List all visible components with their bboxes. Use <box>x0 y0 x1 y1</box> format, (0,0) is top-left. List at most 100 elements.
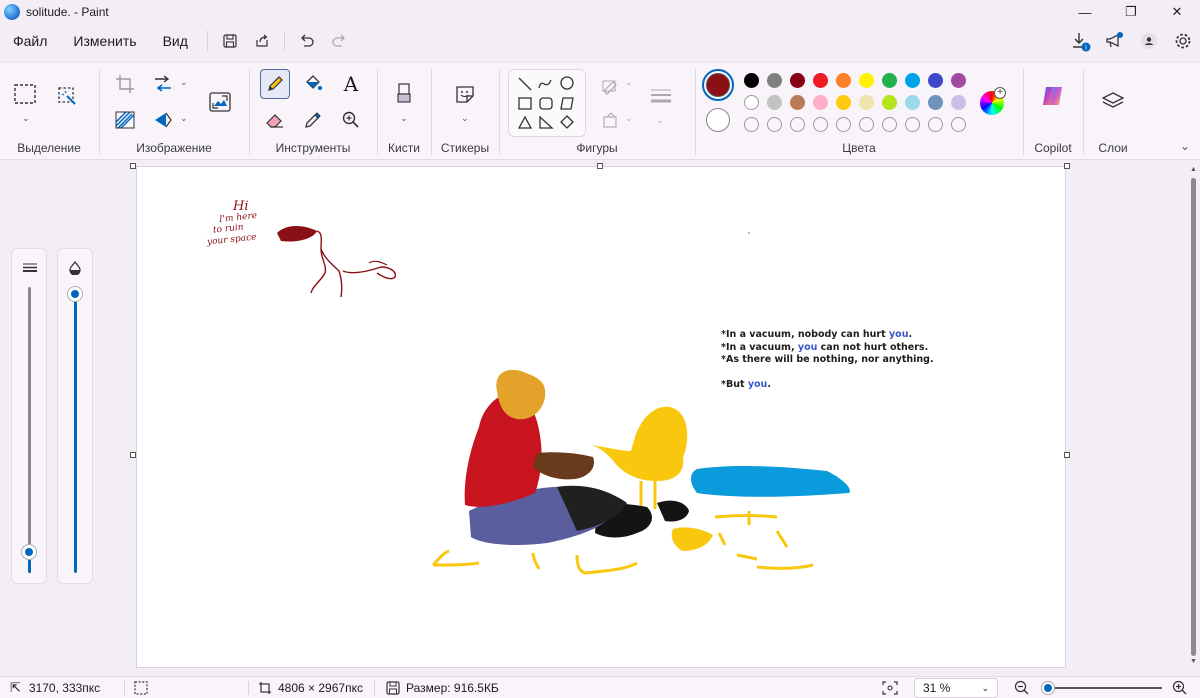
brush-size-track[interactable] <box>28 287 31 573</box>
palette-color-swatch[interactable] <box>951 95 966 110</box>
palette-color-swatch[interactable] <box>767 95 782 110</box>
text-tool-icon[interactable]: A <box>336 69 366 99</box>
sticker-icon[interactable] <box>450 79 480 109</box>
account-icon[interactable] <box>1132 26 1166 56</box>
menu-edit[interactable]: Изменить <box>60 26 149 56</box>
add-color-plus-icon: + <box>994 87 1006 99</box>
resize-handle-right[interactable] <box>1064 452 1070 458</box>
menu-file[interactable]: Файл <box>0 26 60 56</box>
drawing-canvas[interactable]: Hi I'm here to ruin your space *In a vac… <box>136 166 1066 668</box>
palette-empty-swatch[interactable] <box>859 117 874 132</box>
zoom-slider[interactable] <box>1042 677 1164 698</box>
palette-color-swatch[interactable] <box>813 95 828 110</box>
chevron-down-icon[interactable]: ⌄ <box>625 113 633 124</box>
palette-color-swatch[interactable] <box>836 95 851 110</box>
palette-color-swatch[interactable] <box>744 73 759 88</box>
undo-icon[interactable] <box>291 26 323 56</box>
palette-color-swatch[interactable] <box>744 95 759 110</box>
minimize-button[interactable]: — <box>1062 0 1108 24</box>
layers-icon[interactable] <box>1098 87 1128 117</box>
zoom-in-icon[interactable] <box>1172 677 1188 698</box>
opacity-thumb[interactable] <box>68 287 82 301</box>
magic-select-icon[interactable] <box>52 81 82 111</box>
shapes-gallery[interactable] <box>508 69 586 137</box>
palette-empty-swatch[interactable] <box>813 117 828 132</box>
eraser-icon[interactable] <box>260 105 290 135</box>
palette-empty-swatch[interactable] <box>882 117 897 132</box>
chevron-down-icon[interactable]: ⌄ <box>180 113 188 124</box>
shape-outline-icon[interactable] <box>596 71 626 101</box>
resize-handle-top[interactable] <box>597 163 603 169</box>
palette-color-swatch[interactable] <box>905 73 920 88</box>
chevron-down-icon[interactable]: ⌄ <box>400 113 408 124</box>
chevron-down-icon[interactable]: ⌄ <box>656 115 664 126</box>
palette-empty-swatch[interactable] <box>744 117 759 132</box>
palette-empty-swatch[interactable] <box>790 117 805 132</box>
palette-empty-swatch[interactable] <box>951 117 966 132</box>
menu-view[interactable]: Вид <box>150 26 201 56</box>
opacity-track[interactable] <box>74 287 77 573</box>
edit-colors-icon[interactable]: + <box>980 87 1006 115</box>
fill-bucket-icon[interactable] <box>298 69 328 99</box>
palette-color-swatch[interactable] <box>928 73 943 88</box>
image-pattern-icon[interactable] <box>110 105 140 135</box>
line-thickness-icon[interactable] <box>646 81 676 111</box>
flip-icon[interactable] <box>148 105 178 135</box>
palette-empty-swatch[interactable] <box>928 117 943 132</box>
palette-color-swatch[interactable] <box>882 95 897 110</box>
primary-color-button[interactable] <box>702 69 734 101</box>
fit-to-window-icon[interactable] <box>882 677 898 698</box>
palette-empty-swatch[interactable] <box>836 117 851 132</box>
chevron-down-icon[interactable]: ⌄ <box>22 113 30 124</box>
palette-color-swatch[interactable] <box>790 73 805 88</box>
brush-icon[interactable] <box>389 79 419 109</box>
ribbon-expand-chevron-icon[interactable]: ⌄ <box>1180 139 1190 153</box>
zoom-dropdown[interactable]: 31 % ⌄ <box>914 678 998 698</box>
palette-color-swatch[interactable] <box>905 95 920 110</box>
palette-empty-swatch[interactable] <box>905 117 920 132</box>
share-icon[interactable] <box>246 26 278 56</box>
resize-handle-left[interactable] <box>130 452 136 458</box>
restore-button[interactable]: ❐ <box>1108 0 1154 24</box>
palette-color-swatch[interactable] <box>859 95 874 110</box>
palette-empty-swatch[interactable] <box>767 117 782 132</box>
rectangle-select-icon[interactable] <box>10 79 40 109</box>
close-button[interactable]: ✕ <box>1154 0 1200 24</box>
scroll-up-arrow-icon[interactable]: ▲ <box>1190 166 1197 173</box>
download-icon[interactable]: i <box>1064 26 1098 56</box>
chevron-down-icon[interactable]: ⌄ <box>625 77 633 88</box>
redo-icon[interactable] <box>323 26 355 56</box>
settings-gear-icon[interactable] <box>1166 26 1200 56</box>
chevron-down-icon[interactable]: ⌄ <box>180 77 188 88</box>
secondary-color-button[interactable] <box>706 108 730 132</box>
palette-color-swatch[interactable] <box>928 95 943 110</box>
brush-size-thumb[interactable] <box>22 545 36 559</box>
crop-icon[interactable] <box>110 69 140 99</box>
image-resize-icon[interactable] <box>205 87 235 117</box>
menu-bar: Файл Изменить Вид i <box>0 26 1200 56</box>
color-picker-icon[interactable] <box>298 105 328 135</box>
palette-color-swatch[interactable] <box>767 73 782 88</box>
vertical-scrollbar[interactable]: ▲ ▼ <box>1188 166 1200 668</box>
palette-color-swatch[interactable] <box>859 73 874 88</box>
resize-icon[interactable] <box>148 69 178 99</box>
copilot-icon[interactable] <box>1038 81 1068 111</box>
scroll-thumb[interactable] <box>1191 178 1196 656</box>
zoom-magnifier-icon[interactable] <box>336 105 366 135</box>
palette-color-swatch[interactable] <box>790 95 805 110</box>
zoom-out-icon[interactable] <box>1014 677 1030 698</box>
shape-fill-icon[interactable] <box>596 105 626 135</box>
announcement-icon[interactable] <box>1098 26 1132 56</box>
palette-color-swatch[interactable] <box>951 73 966 88</box>
resize-handle-top-left[interactable] <box>130 163 136 169</box>
pencil-icon[interactable] <box>260 69 290 99</box>
palette-color-swatch[interactable] <box>882 73 897 88</box>
selection-group-label: Выделение <box>17 141 81 155</box>
palette-color-swatch[interactable] <box>836 73 851 88</box>
resize-handle-top-right[interactable] <box>1064 163 1070 169</box>
zoom-slider-thumb[interactable] <box>1042 681 1054 694</box>
save-icon[interactable] <box>214 26 246 56</box>
chevron-down-icon[interactable]: ⌄ <box>461 113 469 124</box>
scroll-down-arrow-icon[interactable]: ▼ <box>1190 658 1197 665</box>
palette-color-swatch[interactable] <box>813 73 828 88</box>
